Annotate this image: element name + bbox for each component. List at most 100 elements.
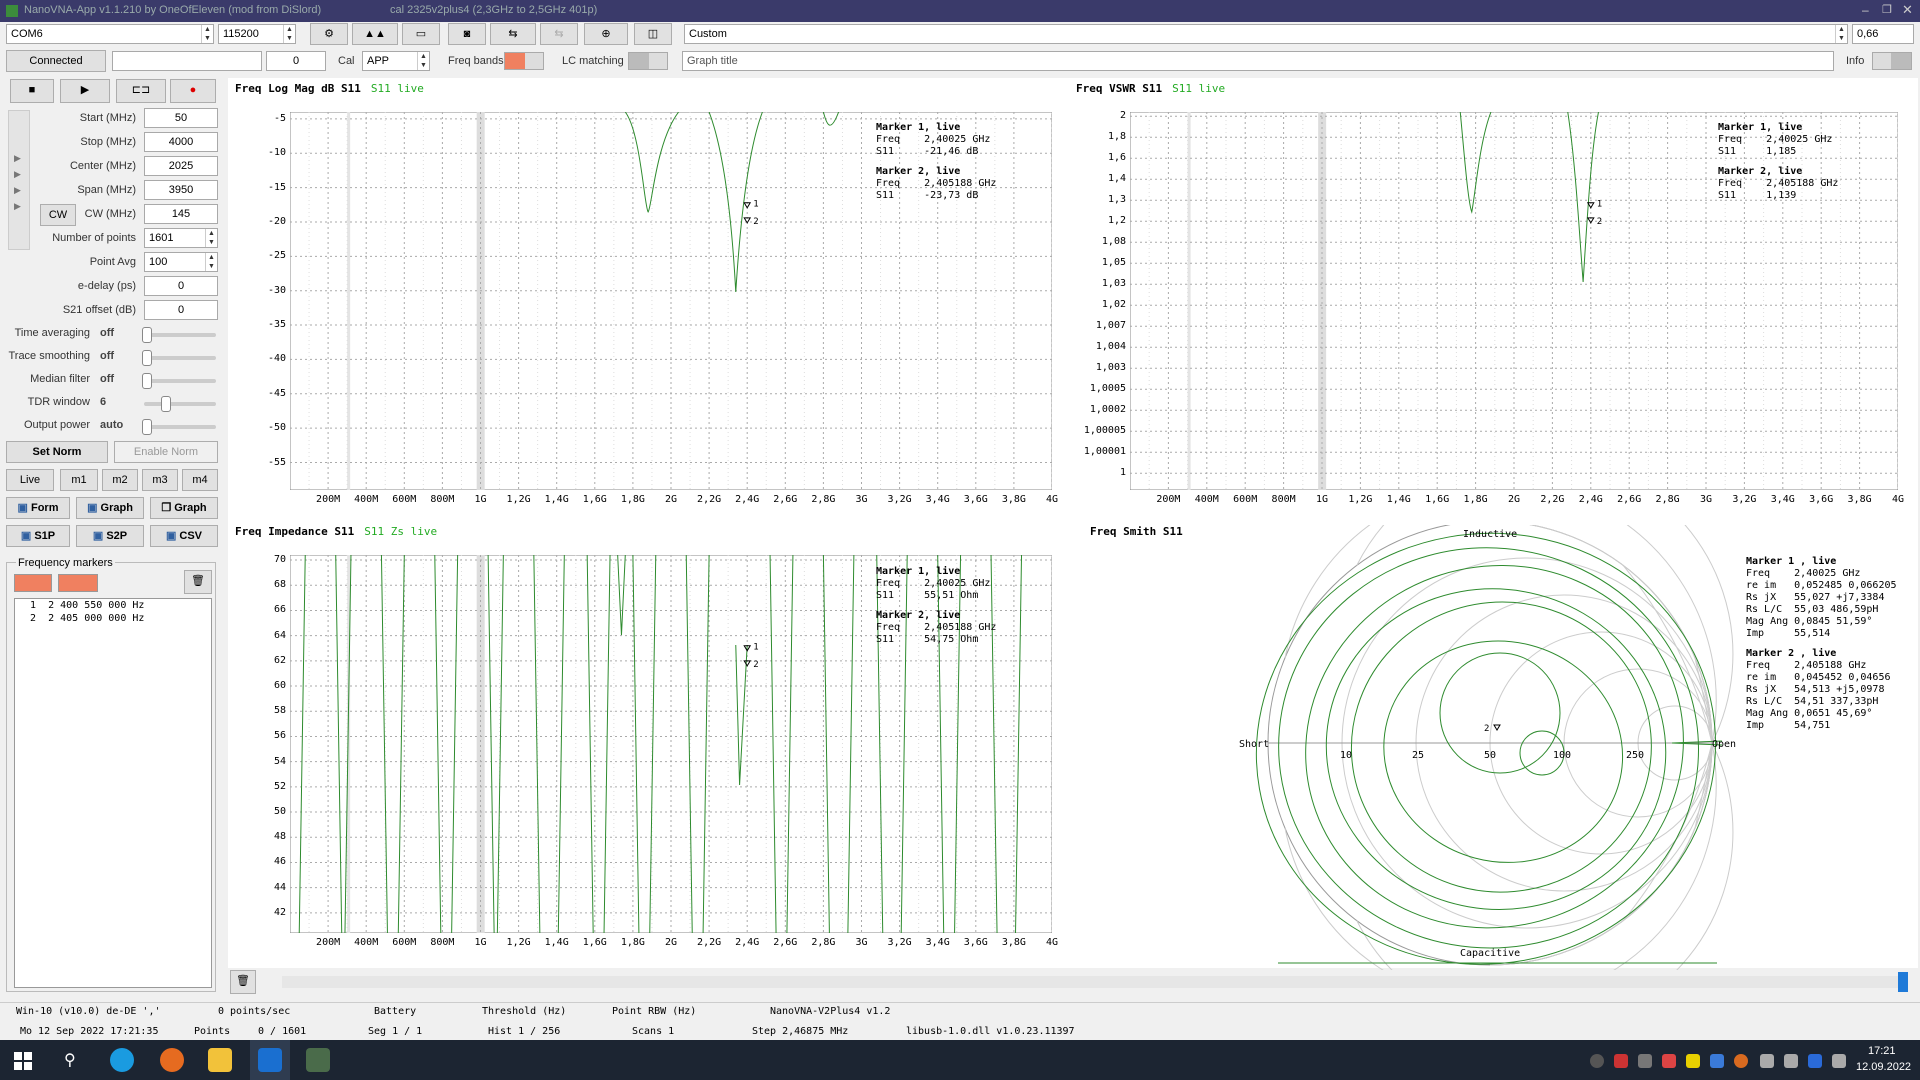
cal-select[interactable]: APP ▲ ▼ — [362, 51, 430, 71]
avg-input[interactable]: 100 ▲ ▼ — [144, 252, 218, 272]
progress-end[interactable] — [1898, 972, 1908, 992]
tray-icon-1[interactable] — [1590, 1054, 1604, 1068]
smith-chart[interactable]: 2 — [1230, 525, 1750, 970]
graph-clear-button[interactable]: 🗑 — [230, 970, 256, 994]
screenshot-button[interactable]: ◙ — [448, 23, 486, 45]
copy-graph-button[interactable]: ❐ Graph — [150, 497, 218, 519]
save-s2p-button[interactable]: ▣ S2P — [76, 525, 144, 547]
marker-freq: 2 405 000 000 Hz — [48, 613, 145, 624]
y-tick-label: 1,2 — [1107, 215, 1126, 227]
slider-thumb[interactable] — [142, 350, 152, 366]
maximize-icon[interactable]: ❐ — [1882, 3, 1892, 16]
tray-icon-5[interactable] — [1686, 1054, 1700, 1068]
counter-field[interactable]: 0 — [266, 51, 326, 71]
save-graph-button[interactable]: ▣ Graph — [76, 497, 144, 519]
record-button[interactable]: ● — [170, 79, 216, 103]
tab-m1[interactable]: m1 — [60, 469, 98, 491]
edelay-input[interactable]: 0 — [144, 276, 218, 296]
set-norm-button[interactable]: Set Norm — [6, 441, 108, 463]
span-input[interactable]: 3950 — [144, 180, 218, 200]
center-input[interactable]: 2025 — [144, 156, 218, 176]
firefox-icon[interactable] — [160, 1048, 184, 1072]
play-button[interactable]: ▶ — [60, 79, 110, 103]
battery-tray-icon[interactable] — [1832, 1054, 1846, 1068]
minimize-icon[interactable]: – — [1862, 3, 1869, 17]
edge-icon[interactable] — [110, 1048, 134, 1072]
slider-track[interactable] — [144, 402, 216, 406]
status-text-field[interactable] — [112, 51, 262, 71]
points-input[interactable]: 1601 ▲ ▼ — [144, 228, 218, 248]
up-down-button[interactable]: ▲▲ — [352, 23, 398, 45]
tab-m2[interactable]: m2 — [102, 469, 138, 491]
graph-button[interactable]: ◫ — [634, 23, 672, 45]
start-input[interactable]: 50 — [144, 108, 218, 128]
save-csv-button[interactable]: ▣ CSV — [150, 525, 218, 547]
explorer-icon[interactable] — [208, 1048, 232, 1072]
cal-value: APP — [367, 55, 390, 67]
tab-m3[interactable]: m3 — [142, 469, 178, 491]
usb-button[interactable]: ⇆ — [490, 23, 536, 45]
smith-reactance-arc — [1284, 742, 1717, 970]
lc-matching-toggle[interactable] — [628, 52, 668, 70]
x-tick-label: 200M — [1156, 494, 1181, 505]
list-item[interactable]: 2 2 405 000 000 Hz — [30, 613, 144, 625]
enable-norm-button[interactable]: Enable Norm — [114, 441, 218, 463]
x-tick-label: 3,6G — [963, 494, 988, 505]
slider-thumb[interactable] — [142, 327, 152, 343]
tray-icon-4[interactable] — [1662, 1054, 1676, 1068]
search-icon[interactable]: ⚲ — [64, 1050, 76, 1070]
clock-time[interactable]: 17:21 — [1868, 1045, 1896, 1057]
x-tick-label: 3G — [855, 494, 868, 505]
marker-del-button[interactable] — [58, 574, 98, 592]
freq-bands-toggle[interactable] — [504, 52, 544, 70]
single-sweep-button[interactable]: ⊏⊐ — [116, 79, 166, 103]
cw-input[interactable]: 145 — [144, 204, 218, 224]
slider-track[interactable] — [144, 379, 216, 383]
tab-m4[interactable]: m4 — [182, 469, 218, 491]
save-icon: ▣ — [17, 502, 31, 514]
outlook-icon[interactable] — [258, 1048, 282, 1072]
s21-input[interactable]: 0 — [144, 300, 218, 320]
stop-button[interactable]: ■ — [10, 79, 54, 103]
slider-track[interactable] — [144, 425, 216, 429]
slider-thumb[interactable] — [142, 419, 152, 435]
slider-thumb[interactable] — [142, 373, 152, 389]
battery-button[interactable]: ▭ — [402, 23, 440, 45]
volume-icon[interactable] — [1784, 1054, 1798, 1068]
tray-icon-2[interactable] — [1614, 1054, 1628, 1068]
tray-icon-6[interactable] — [1710, 1054, 1724, 1068]
settings-gear-button[interactable]: ⚙ — [310, 23, 348, 45]
marker-line: re im 0,045452 0,04656 — [1746, 672, 1891, 683]
tray-icon-7[interactable] — [1734, 1054, 1748, 1068]
baud-select[interactable]: 115200 ▲ ▼ — [218, 24, 296, 44]
graph-title-field[interactable]: Graph title — [682, 51, 1834, 71]
slider-track[interactable] — [144, 333, 216, 337]
bluetooth-icon[interactable] — [1808, 1054, 1822, 1068]
cw-button[interactable]: CW — [40, 204, 76, 226]
save-s1p-button[interactable]: ▣ S1P — [6, 525, 70, 547]
tab-live[interactable]: Live — [6, 469, 54, 491]
connected-button[interactable]: Connected — [6, 50, 106, 72]
preset-select[interactable]: Custom ▲ ▼ — [684, 24, 1848, 44]
usb-disconnect-button[interactable]: ⇆ — [540, 23, 578, 45]
tray-icon-3[interactable] — [1638, 1054, 1652, 1068]
info-toggle[interactable] — [1872, 52, 1912, 70]
nanovna-icon[interactable] — [306, 1048, 330, 1072]
right-value-field[interactable]: 0,66 — [1852, 24, 1914, 44]
list-item[interactable]: 1 2 400 550 000 Hz — [30, 600, 144, 612]
windows-start-icon[interactable] — [14, 1052, 32, 1070]
target-button[interactable]: ⊕ — [584, 23, 628, 45]
save-form-button[interactable]: ▣ Form — [6, 497, 70, 519]
clock-date[interactable]: 12.09.2022 — [1856, 1061, 1911, 1073]
markers-clear-button[interactable]: 🗑 — [184, 570, 212, 594]
port-select[interactable]: COM6 ▲ ▼ — [6, 24, 214, 44]
stop-input[interactable]: 4000 — [144, 132, 218, 152]
close-icon[interactable]: ✕ — [1902, 2, 1913, 18]
network-icon[interactable] — [1760, 1054, 1774, 1068]
slider-track[interactable] — [144, 356, 216, 360]
slider-thumb[interactable] — [160, 396, 171, 412]
marker-add-button[interactable] — [14, 574, 52, 592]
x-tick-label: 2,8G — [1655, 494, 1680, 505]
markers-list[interactable] — [14, 598, 212, 988]
impedance-live: S11 Zs live — [364, 525, 438, 538]
